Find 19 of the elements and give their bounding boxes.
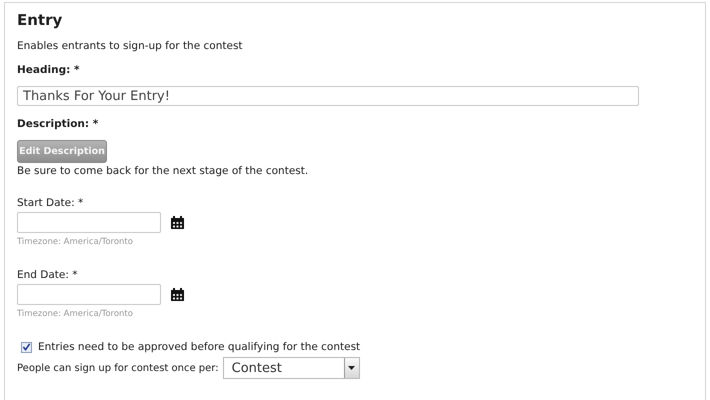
field-label: Start Date: * bbox=[17, 197, 84, 209]
checkbox-label: Entries need to be approved before qualifying for the contest bbox=[38, 341, 360, 353]
timezone-hint: Timezone: America/Toronto bbox=[17, 237, 133, 247]
calendar-icon[interactable] bbox=[171, 216, 184, 229]
caret-icon bbox=[348, 366, 356, 370]
description-text: Be sure to come back for the next stage of the contest. bbox=[17, 165, 308, 177]
field-label: Description: * bbox=[17, 118, 98, 130]
approval-checkbox[interactable] bbox=[21, 342, 32, 352]
field-label: Heading: * bbox=[17, 64, 80, 76]
timezone-hint: Timezone: America/Toronto bbox=[17, 309, 133, 319]
date-field[interactable] bbox=[17, 212, 161, 233]
date-field[interactable] bbox=[17, 284, 161, 305]
section-title: Entry bbox=[17, 10, 62, 31]
calendar-icon[interactable] bbox=[171, 288, 184, 301]
field-label: People can sign up for contest once per: bbox=[17, 362, 219, 374]
heading-field[interactable]: Thanks For Your Entry! bbox=[17, 86, 639, 106]
field-label: End Date: * bbox=[17, 269, 78, 281]
section-description: Enables entrants to sign-up for the contest bbox=[17, 40, 243, 52]
frequency-dropdown[interactable]: Contest bbox=[222, 357, 360, 379]
